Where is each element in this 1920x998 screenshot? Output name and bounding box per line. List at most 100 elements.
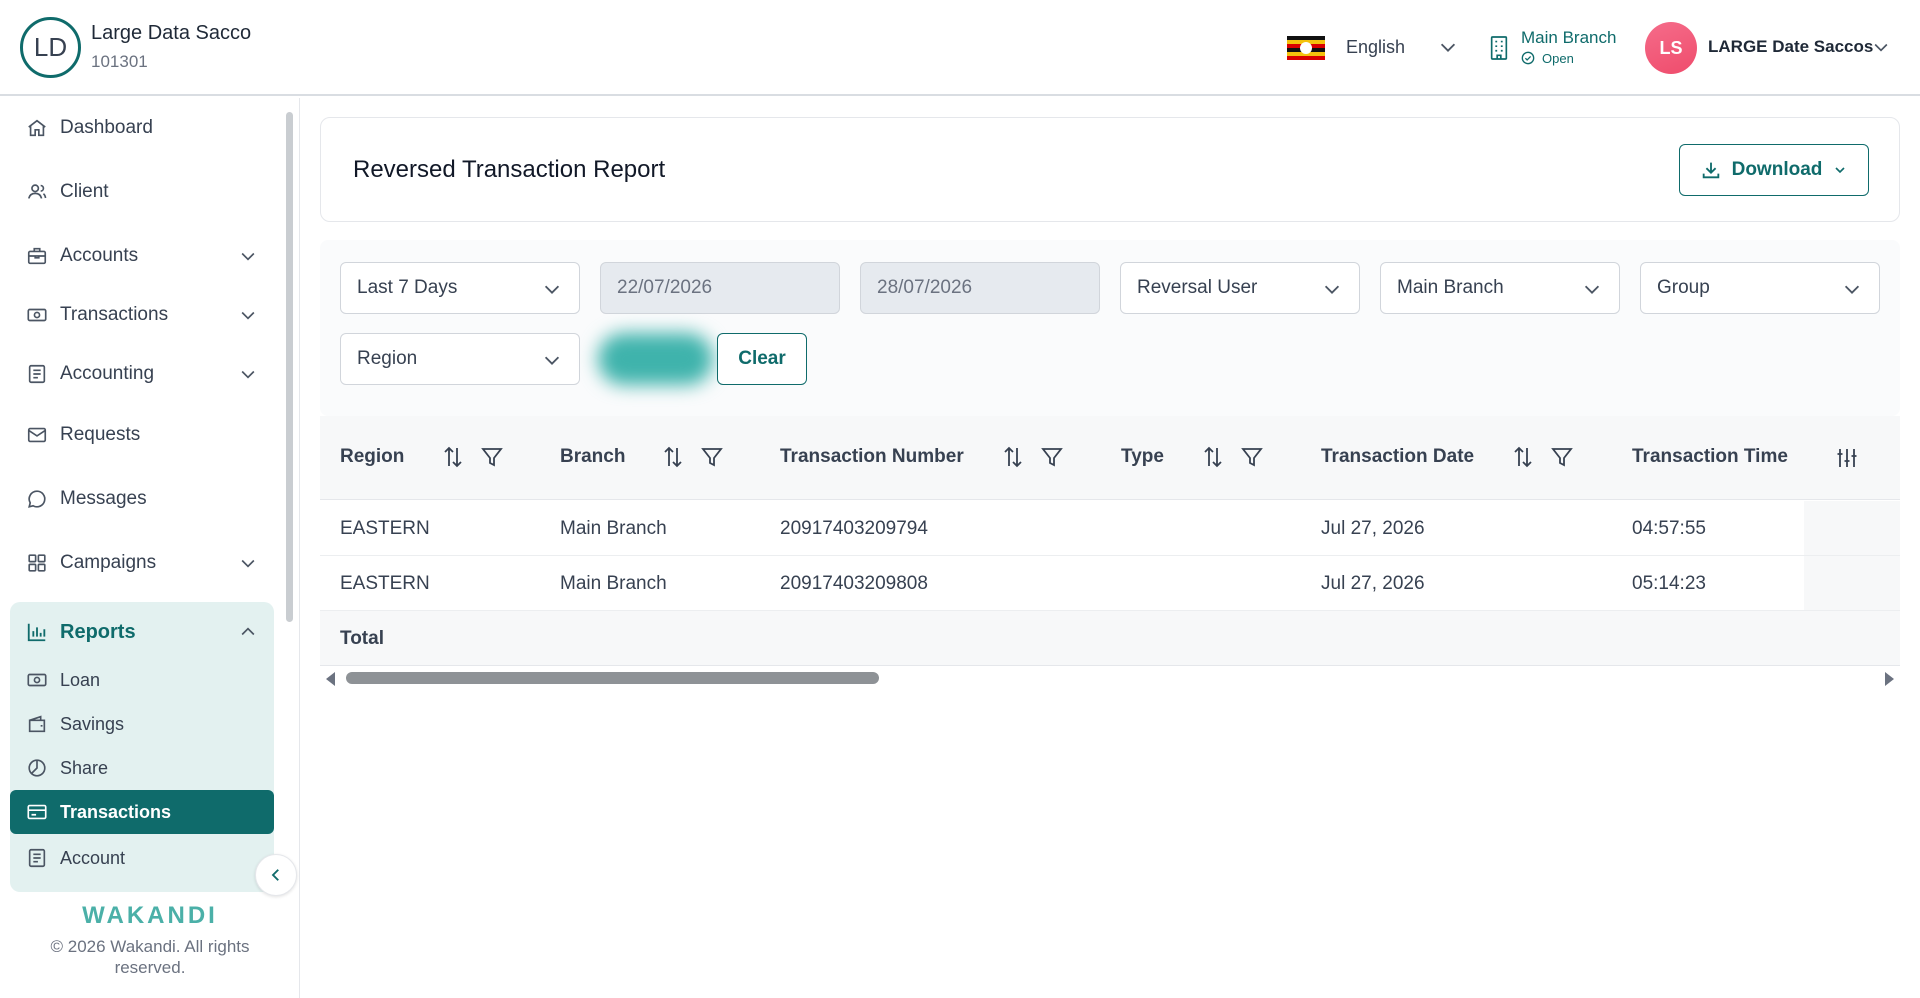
download-button[interactable]: Download <box>1679 144 1869 196</box>
sidebar-subitem-account[interactable]: Account <box>10 836 274 880</box>
sidebar-item-requests[interactable]: Requests <box>10 411 274 459</box>
mail-icon <box>27 427 47 443</box>
building-icon <box>1490 36 1508 60</box>
apply-filter-button[interactable] <box>598 333 713 385</box>
column-header-transaction-date[interactable]: Transaction Date <box>1321 446 1474 468</box>
chevron-down-icon[interactable] <box>238 364 258 384</box>
sidebar-item-campaigns[interactable]: Campaigns <box>10 539 274 587</box>
row-actions-cell <box>1804 501 1900 555</box>
branch-value: Main Branch <box>1397 277 1504 298</box>
filter-icon[interactable] <box>1240 444 1264 470</box>
sidebar-item-accounting[interactable]: Accounting <box>10 350 274 398</box>
collapse-sidebar-button[interactable] <box>255 854 297 896</box>
sidebar-scrollbar[interactable] <box>286 112 293 622</box>
region-select[interactable]: Region <box>340 333 580 385</box>
total-label: Total <box>340 628 384 649</box>
home-icon <box>28 119 46 137</box>
sort-icon[interactable] <box>441 444 465 470</box>
date-to-input[interactable] <box>860 262 1100 314</box>
sidebar-item-label: Campaigns <box>60 552 157 573</box>
scroll-left-arrow-icon[interactable] <box>326 672 335 686</box>
pie-icon <box>28 759 46 777</box>
period-value: Last 7 Days <box>357 277 458 298</box>
period-select[interactable]: Last 7 Days <box>340 262 580 314</box>
table-horizontal-scrollbar[interactable] <box>320 668 1900 688</box>
filter-icon[interactable] <box>700 444 724 470</box>
sidebar-subitem-loan[interactable]: Loan <box>10 658 274 702</box>
filter-icon[interactable] <box>1550 444 1574 470</box>
sidebar-subitem-savings[interactable]: Savings <box>10 702 274 746</box>
chat-icon <box>28 490 46 508</box>
sidebar-item-client[interactable]: Client <box>10 168 274 216</box>
cell-transaction-time: 04:57:55 <box>1632 518 1706 539</box>
org-name: Large Data Sacco <box>91 22 252 44</box>
chevron-left-icon <box>271 869 279 881</box>
sidebar-item-label: Share <box>60 757 109 778</box>
reversal-user-select[interactable]: Reversal User <box>1120 262 1360 314</box>
chevron-down-icon[interactable] <box>238 246 258 266</box>
org-initials: LD <box>33 32 68 62</box>
column-header-transaction-time[interactable]: Transaction Time <box>1632 446 1788 468</box>
copyright-text: © 2026 Wakandi. All rights reserved. <box>50 937 250 977</box>
column-header-type[interactable]: Type <box>1121 446 1164 468</box>
clear-filters-button[interactable]: Clear <box>717 333 807 385</box>
chevron-down-icon <box>544 356 560 365</box>
table-total-row: Total <box>320 611 1900 666</box>
sidebar-item-accounts[interactable]: Accounts <box>10 232 274 280</box>
sidebar-item-label: Dashboard <box>60 117 153 138</box>
brand-logo: WAKANDI <box>82 902 218 929</box>
reversal-user-value: Reversal User <box>1137 277 1258 298</box>
sidebar-item-dashboard[interactable]: Dashboard <box>10 104 274 152</box>
chevron-down-icon <box>1324 285 1340 294</box>
filter-icon[interactable] <box>1040 444 1064 470</box>
user-name[interactable]: LARGE Date Saccos <box>1708 37 1873 57</box>
sidebar-item-transactions[interactable]: Transactions <box>10 291 274 339</box>
chevron-up-icon[interactable] <box>238 622 258 642</box>
branch-select[interactable]: Main Branch <box>1380 262 1620 314</box>
table-header: Region Branch Transaction Number Type Tr… <box>320 416 1900 500</box>
user-avatar[interactable]: LS <box>1645 22 1697 74</box>
sidebar-item-label: Accounts <box>60 245 139 266</box>
scroll-right-arrow-icon[interactable] <box>1885 672 1894 686</box>
table-row[interactable]: EASTERN Main Branch 20917403209794 Jul 2… <box>320 501 1900 556</box>
sidebar-item-label: Savings <box>60 713 125 734</box>
report-table: Region Branch Transaction Number Type Tr… <box>320 416 1900 692</box>
ledger-icon <box>28 364 46 384</box>
filter-icon[interactable] <box>480 444 504 470</box>
column-settings-icon[interactable] <box>1836 446 1858 470</box>
org-avatar[interactable]: LD <box>20 17 81 78</box>
card-icon <box>27 804 47 820</box>
sidebar-item-label: Client <box>60 181 109 202</box>
column-header-transaction-number[interactable]: Transaction Number <box>780 446 964 468</box>
table-row[interactable]: EASTERN Main Branch 20917403209808 Jul 2… <box>320 556 1900 611</box>
group-select[interactable]: Group <box>1640 262 1880 314</box>
sort-icon[interactable] <box>1001 444 1025 470</box>
chevron-down-icon[interactable] <box>238 305 258 325</box>
scrollbar-thumb[interactable] <box>346 672 879 684</box>
date-from-input[interactable] <box>600 262 840 314</box>
chevron-down-icon[interactable] <box>238 553 258 573</box>
ledger-icon <box>28 848 46 868</box>
sidebar-item-reports[interactable]: Reports <box>26 614 136 650</box>
chevron-down-icon[interactable] <box>1871 37 1891 57</box>
sort-icon[interactable] <box>1511 444 1535 470</box>
column-header-branch[interactable]: Branch <box>560 446 625 468</box>
download-icon <box>1702 162 1719 179</box>
branch-name[interactable]: Main Branch <box>1521 28 1616 48</box>
cell-transaction-number: 20917403209794 <box>780 518 928 539</box>
sort-icon[interactable] <box>1201 444 1225 470</box>
money-icon <box>27 673 47 687</box>
sidebar-item-messages[interactable]: Messages <box>10 475 274 523</box>
sidebar-item-label: Loan <box>60 669 101 690</box>
users-icon <box>27 184 47 199</box>
uganda-flag-icon[interactable] <box>1287 36 1325 60</box>
sort-icon[interactable] <box>661 444 685 470</box>
chevron-down-icon[interactable] <box>1437 36 1459 58</box>
sidebar-subitem-share[interactable]: Share <box>10 746 274 790</box>
cell-transaction-date: Jul 27, 2026 <box>1321 573 1425 594</box>
sidebar-item-label: Messages <box>60 488 147 509</box>
column-header-region[interactable]: Region <box>340 446 404 468</box>
language-selector[interactable]: English <box>1346 37 1405 58</box>
sidebar-subitem-transactions[interactable]: Transactions <box>10 790 274 834</box>
page-title-card: Reversed Transaction Report Download <box>320 117 1900 222</box>
